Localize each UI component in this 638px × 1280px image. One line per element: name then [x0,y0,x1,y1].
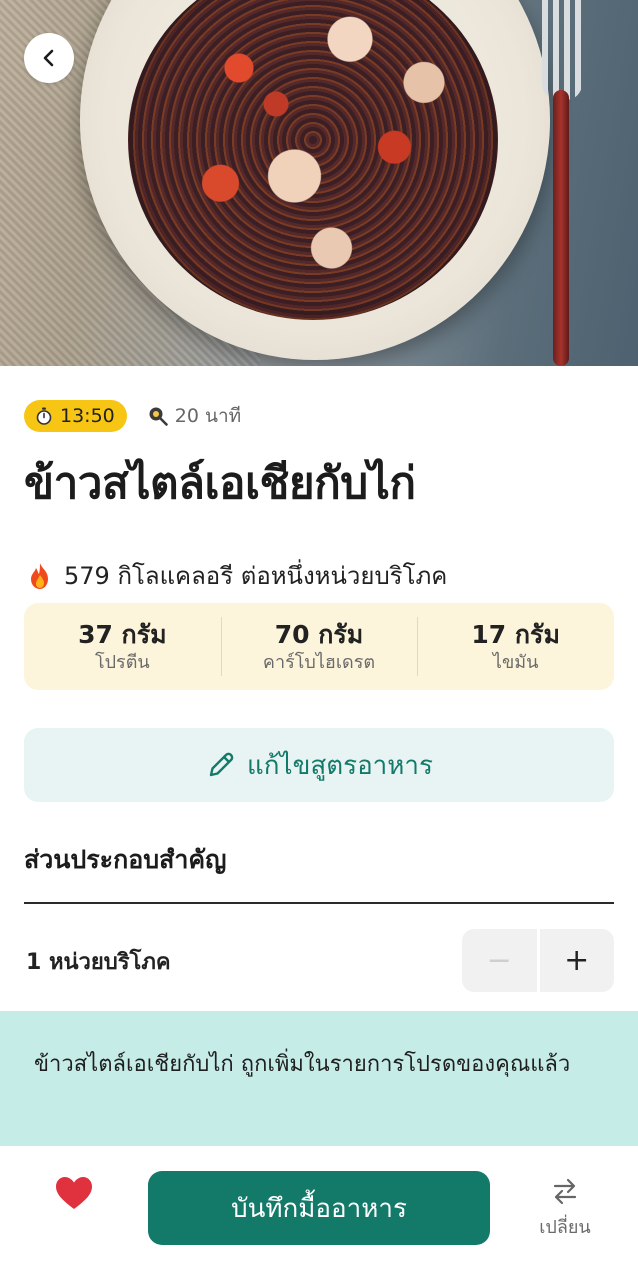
recipe-meta-row: 13:50 20 นาที [24,400,241,432]
macro-label: คาร์โบไฮเดรต [262,652,376,674]
pencil-icon [209,752,234,777]
increase-servings-button[interactable]: + [539,929,614,992]
servings-stepper: − + [462,929,614,992]
frying-pan-icon [149,407,168,426]
recipe-hero-image [0,0,638,366]
favorite-added-toast: ข้าวสไตล์เอเชียกับไก่ ถูกเพิ่มในรายการโป… [0,1011,638,1146]
cook-time: 20 นาที [147,401,241,431]
favorite-button[interactable] [54,1174,94,1214]
timer-badge[interactable]: 13:50 [24,400,127,432]
macro-label: โปรตีน [94,652,150,674]
ingredients-section-title: ส่วนประกอบสำคัญ [24,845,227,874]
heart-icon [56,1177,92,1209]
stopwatch-icon [36,407,52,425]
edit-recipe-button[interactable]: แก้ไขสูตรอาหาร [24,728,614,802]
toast-message: ข้าวสไตล์เอเชียกับไก่ ถูกเพิ่มในรายการโป… [34,1052,571,1077]
section-divider [24,902,614,904]
fire-icon [31,562,48,589]
back-button[interactable] [24,33,74,83]
recipe-title: ข้าวสไตล์เอเชียกับไก่ [24,458,416,509]
macro-label: ไขมัน [492,652,539,674]
log-meal-button[interactable]: บันทึกมื้ออาหาร [148,1171,490,1245]
macro-value: 17 กรัม [471,619,560,649]
swap-button[interactable]: เปลี่ยน [530,1176,600,1241]
swap-label: เปลี่ยน [539,1217,591,1238]
swap-arrows-icon [553,1178,577,1205]
macro-value: 70 กรัม [274,619,364,649]
chevron-left-icon [43,49,54,67]
macro-fat: 17 กรัม ไขมัน [417,603,614,690]
fork [540,0,584,366]
bottom-action-bar: บันทึกมื้ออาหาร เปลี่ยน [0,1146,638,1280]
timer-value: 13:50 [60,405,115,427]
calories-row: 579 กิโลแคลอรี ต่อหนึ่งหน่วยบริโภค [26,556,447,595]
cook-time-label: 20 นาที [174,405,242,427]
macro-carbs: 70 กรัม คาร์โบไฮเดรต [220,603,418,690]
calories-label: 579 กิโลแคลอรี ต่อหนึ่งหน่วยบริโภค [64,562,448,590]
macro-protein: 37 กรัม โปรตีน [24,603,221,690]
macro-value: 37 กรัม [78,619,167,649]
macros-panel: 37 กรัม โปรตีน 70 กรัม คาร์โบไฮเดรต 17 ก… [24,603,614,690]
edit-recipe-label: แก้ไขสูตรอาหาร [247,750,433,781]
decrease-servings-button[interactable]: − [462,929,537,992]
servings-label: 1 หน่วยบริโภค [26,950,171,975]
